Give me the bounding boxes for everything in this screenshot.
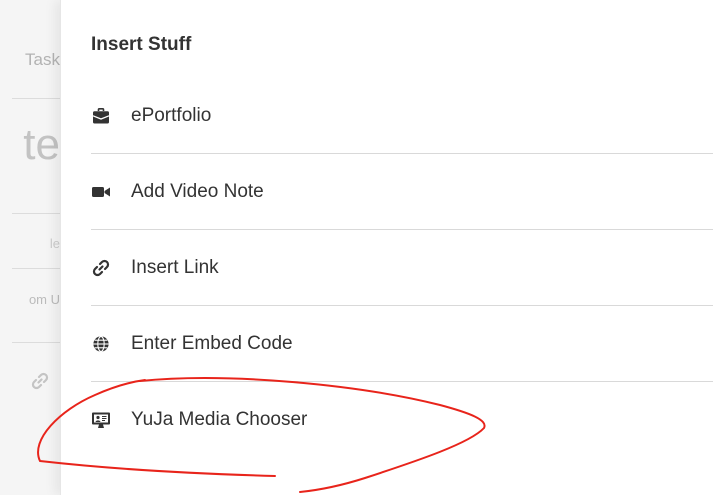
- globe-icon: [91, 334, 111, 354]
- link-icon: [30, 371, 50, 391]
- menu-item-label: YuJa Media Chooser: [131, 409, 308, 430]
- background-field-placeholder: om U: [28, 292, 60, 307]
- insert-stuff-panel: Insert Stuff ePortfolio Add Video Note I…: [60, 0, 713, 495]
- background-divider: [12, 213, 60, 214]
- background-heading: te: [23, 120, 60, 169]
- background-tab: Task: [25, 50, 60, 69]
- menu-item-insert-link[interactable]: Insert Link: [91, 230, 713, 306]
- background-divider: [12, 342, 60, 343]
- briefcase-icon: [91, 106, 111, 126]
- panel-title: Insert Stuff: [91, 34, 192, 55]
- link-icon: [91, 258, 111, 278]
- insert-menu: ePortfolio Add Video Note Insert Link En…: [91, 78, 713, 458]
- menu-item-enter-embed-code[interactable]: Enter Embed Code: [91, 306, 713, 382]
- menu-item-label: Insert Link: [131, 256, 219, 278]
- background-divider: [12, 268, 60, 269]
- menu-item-label: Add Video Note: [131, 180, 264, 202]
- background-divider: [12, 98, 60, 99]
- background-field-placeholder: le: [49, 236, 60, 251]
- menu-item-label: Enter Embed Code: [131, 332, 293, 354]
- menu-item-eportfolio[interactable]: ePortfolio: [91, 78, 713, 154]
- menu-item-label: ePortfolio: [131, 104, 212, 126]
- background-page: Task te le om U: [0, 0, 60, 495]
- menu-item-add-video-note[interactable]: Add Video Note: [91, 154, 713, 230]
- menu-item-yuja-media-chooser[interactable]: YuJa Media Chooser: [91, 382, 713, 458]
- monitor-presentation-icon: [91, 410, 111, 430]
- video-camera-icon: [91, 182, 111, 202]
